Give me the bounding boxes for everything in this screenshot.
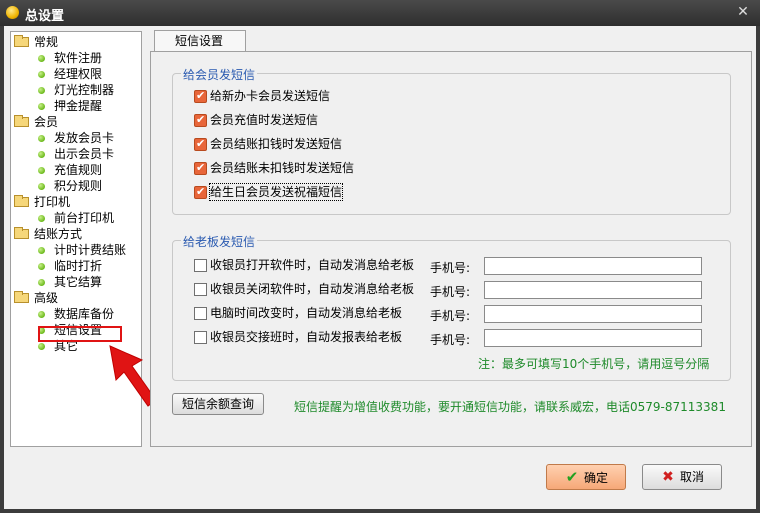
x-mark-icon: ✖ xyxy=(662,469,674,485)
client-area: 常规 软件注册 经理权限 灯光控制器 押金提醒 会员 发放会员卡 出示会员卡 充… xyxy=(4,26,756,509)
settings-window: 总设置 ✕ 常规 软件注册 经理权限 灯光控制器 押金提醒 会员 发放会员卡 出… xyxy=(0,0,760,513)
tree-group-label: 高级 xyxy=(34,291,59,305)
leaf-icon xyxy=(38,215,45,222)
checkbox-label: 收银员关闭软件时，自动发消息给老板 xyxy=(210,282,415,296)
checkbox-label: 会员充值时发送短信 xyxy=(210,113,319,127)
app-icon xyxy=(6,6,19,19)
folder-icon xyxy=(14,227,29,239)
sms-balance-button[interactable]: 短信余额查询 xyxy=(172,393,264,415)
checkbox-label: 会员结账扣钱时发送短信 xyxy=(210,137,343,151)
checkbox-birthday[interactable] xyxy=(194,185,207,199)
ok-button[interactable]: ✔ 确定 xyxy=(546,464,626,490)
phone-label: 手机号: xyxy=(430,285,471,299)
tab-sms-settings[interactable]: 短信设置 xyxy=(154,30,246,52)
folder-icon xyxy=(14,35,29,47)
tree-item-label: 积分规则 xyxy=(54,179,103,193)
member-group-legend: 给会员发短信 xyxy=(181,66,258,83)
phone-input-open[interactable] xyxy=(484,257,702,275)
close-icon[interactable]: ✕ xyxy=(734,3,752,21)
title-bar: 总设置 ✕ xyxy=(0,0,760,26)
tree-group-label: 结账方式 xyxy=(34,227,83,241)
checkbox-label: 收银员打开软件时，自动发消息给老板 xyxy=(210,258,415,272)
phone-input-time[interactable] xyxy=(484,305,702,323)
leaf-icon xyxy=(38,247,45,254)
tree-item-label: 临时打折 xyxy=(54,259,103,273)
promo-text: 短信提醒为增值收费功能，要开通短信功能，请联系威宏，电话0579-8711338… xyxy=(294,400,726,414)
checkbox-time-change[interactable] xyxy=(194,307,207,320)
tree-item-label: 押金提醒 xyxy=(54,99,103,113)
checkbox-label: 电脑时间改变时，自动发消息给老板 xyxy=(210,306,403,320)
tree-item-label: 软件注册 xyxy=(54,51,103,65)
phone-note: 注：最多可填写10个手机号，请用逗号分隔 xyxy=(478,357,710,371)
tree-item-label: 数据库备份 xyxy=(54,307,115,321)
leaf-icon xyxy=(38,167,45,174)
leaf-icon xyxy=(38,55,45,62)
tree-group-label: 会员 xyxy=(34,115,59,129)
checkbox-recharge[interactable] xyxy=(194,113,207,127)
leaf-icon xyxy=(38,183,45,190)
tree-item-label: 计时计费结账 xyxy=(54,243,127,257)
leaf-icon xyxy=(38,87,45,94)
window-title: 总设置 xyxy=(25,9,65,24)
leaf-icon xyxy=(38,279,45,286)
leaf-icon xyxy=(38,311,45,318)
phone-input-shift[interactable] xyxy=(484,329,702,347)
checkbox-label: 给生日会员发送祝福短信 xyxy=(208,183,344,201)
folder-icon xyxy=(14,115,29,127)
phone-label: 手机号: xyxy=(430,309,471,323)
checkbox-label: 会员结账未扣钱时发送短信 xyxy=(210,161,355,175)
cancel-button[interactable]: ✖ 取消 xyxy=(642,464,722,490)
tree-group-label: 打印机 xyxy=(34,195,71,209)
ok-button-label: 确定 xyxy=(583,471,608,485)
checkbox-open-software[interactable] xyxy=(194,259,207,272)
leaf-icon xyxy=(38,151,45,158)
folder-icon xyxy=(14,291,29,303)
checkmark-icon: ✔ xyxy=(565,468,579,486)
checkbox-label: 给新办卡会员发送短信 xyxy=(210,89,331,103)
leaf-icon xyxy=(38,103,45,110)
tree-item-label: 灯光控制器 xyxy=(54,83,115,97)
cancel-button-label: 取消 xyxy=(679,470,704,484)
checkbox-label: 收银员交接班时，自动发报表给老板 xyxy=(210,330,403,344)
tree-item-label: 其它结算 xyxy=(54,275,103,289)
leaf-icon xyxy=(38,263,45,270)
checkbox-new-card[interactable] xyxy=(194,89,207,103)
checkbox-shift-change[interactable] xyxy=(194,331,207,344)
leaf-icon xyxy=(38,71,45,78)
leaf-icon xyxy=(38,343,45,350)
tree-item-label: 出示会员卡 xyxy=(54,147,115,161)
folder-icon xyxy=(14,195,29,207)
phone-label: 手机号: xyxy=(430,261,471,275)
tree-item-label: 前台打印机 xyxy=(54,211,115,225)
tree-item-label: 经理权限 xyxy=(54,67,103,81)
boss-group-legend: 给老板发短信 xyxy=(181,233,258,250)
phone-input-close[interactable] xyxy=(484,281,702,299)
tree-item-label: 充值规则 xyxy=(54,163,103,177)
selection-highlight xyxy=(38,326,122,342)
checkbox-no-deduct[interactable] xyxy=(194,161,207,175)
leaf-icon xyxy=(38,135,45,142)
checkbox-deduct[interactable] xyxy=(194,137,207,151)
phone-label: 手机号: xyxy=(430,333,471,347)
tree-group-label: 常规 xyxy=(34,35,59,49)
tree-item-label: 发放会员卡 xyxy=(54,131,115,145)
checkbox-close-software[interactable] xyxy=(194,283,207,296)
